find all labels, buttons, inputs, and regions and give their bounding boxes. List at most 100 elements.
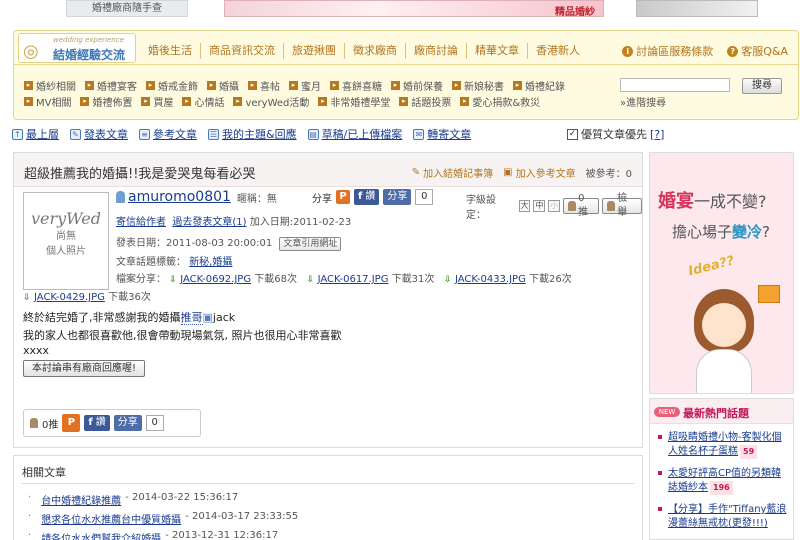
arrow-icon: ▸ [330,80,339,90]
vote-button[interactable]: 0推 [563,193,600,218]
topic-tags-link[interactable]: 新秘,婚攝 [189,257,232,268]
category-item[interactable]: ▸ 婚戒金飾 [146,78,198,93]
attachment-link[interactable]: JACK-0433.JPG [455,274,526,285]
past-posts-link[interactable]: 過去發表文章(1) [172,217,246,228]
search-button[interactable]: 搜尋 [742,78,782,94]
related-link[interactable]: 台中婚禮紀錄推薦 [41,492,121,507]
facebook-share-button[interactable]: 分享 [383,189,412,205]
tab-hongkong[interactable]: 香港新人 [527,43,588,59]
toolbar-top-link[interactable]: ↑ 最上層 [12,126,59,142]
copy-url-button[interactable]: 文章引用網址 [279,237,342,251]
category-label: 喜餅喜糖 [342,81,382,93]
related-link[interactable]: 懇求各位水水推薦台中優質婚攝 [41,511,181,526]
category-label: 婚禮宴客 [97,81,137,93]
category-item[interactable]: ▸ 話題投票 [399,94,451,109]
author-username[interactable]: amuromo0801 [128,189,231,205]
add-reference-link[interactable]: ▣ 加入參考文章 [503,165,575,180]
attachment-link[interactable]: JACK-0617.JPG [318,274,389,285]
plurk-share-icon[interactable]: P [336,190,350,204]
category-item[interactable]: ▸ MV相關 [24,94,71,109]
arrow-icon: ▸ [248,80,257,90]
reference-icon: ≡ [139,128,150,140]
toolbar-reference-link[interactable]: ≡ 參考文章 [139,126,197,142]
advanced-search-link[interactable]: »進階搜尋 [620,94,666,109]
plurk-share-icon[interactable]: P [62,414,81,432]
ad-highlight: 變冷 [732,223,763,241]
sidebar-ad[interactable]: 婚宴一成不變? 擔心場子變冷? Idea?? [649,152,794,394]
quality-checkbox[interactable]: ✓ [567,128,578,140]
toolbar-forward-link[interactable]: ✉ 轉寄文章 [413,126,471,142]
category-item[interactable]: ▸ 婚攝 [207,78,239,93]
arrow-icon: ▸ [141,96,151,106]
hot-topic-link[interactable]: 超吸睛婚禮小物-客製化個人姓名杯子蛋糕 59 [658,431,790,459]
category-links: ▸ 婚紗相關 ▸ 婚禮宴客 ▸ 婚戒金飾 ▸ 婚攝 ▸ 喜帖 ▸ 蜜月 ▸ 喜餅喜糖 ▸ 婚前保… [24,77,614,109]
font-size-small[interactable]: 小 [548,200,561,212]
author-nickname: 暱稱：無 [236,193,277,205]
attachments-row-1: 檔案分享： ⇩ JACK-0692.JPG 下載68次 ⇩ JACK-0617.JP… [116,270,572,285]
font-size-medium[interactable]: 中 [533,200,546,212]
banner-ad-gowns[interactable]: 精品婚紗 [224,0,604,18]
category-item[interactable]: ▸ 愛心捐款&救災 [460,94,540,109]
tab-vendor-discuss[interactable]: 廠商討論 [405,43,466,59]
vendor-reply-button[interactable]: 本討論串有廠商回應喔! [23,360,146,377]
category-item[interactable]: ▸ 蜜月 [289,78,321,93]
search-input[interactable] [620,78,730,92]
category-item[interactable]: ▸ veryWed活動 [233,94,309,109]
category-item[interactable]: ▸ 婚禮佈置 [80,94,132,109]
post-body-line: 終於結完婚了,非常感謝我的婚攝推哥▣jack [23,309,235,325]
facebook-share-button[interactable]: 分享 [113,415,142,431]
font-size-large[interactable]: 大 [518,200,531,212]
ad-line-1: 婚宴一成不變? [658,187,767,213]
download-icon: ⇩ [306,275,315,285]
keyword-link[interactable]: 推哥 [180,311,203,325]
related-date: - 2014-03-22 15:36:17 [125,492,239,503]
avatar-note: 尚無 [56,231,76,242]
tab-married-life[interactable]: 婚後生活 [140,43,200,59]
attachment-link[interactable]: JACK-0429.JPG [34,292,105,303]
bullet [658,507,662,511]
category-item[interactable]: ▸ 喜餅喜糖 [330,78,382,93]
tab-product-info[interactable]: 商品資訊交流 [200,43,283,59]
bottom-share-bar: 0推 P f讚 分享 0 [23,409,201,437]
add-diary-link[interactable]: ✎ 加入結婚記事簿 [412,165,493,180]
faq-link[interactable]: ? 客服Q&A [727,43,788,59]
toolbar-my-topics-link[interactable]: ☰ 我的主題&回應 [208,126,297,142]
category-item[interactable]: ▸ 新娘秘書 [452,78,504,93]
toolbar-new-post-link[interactable]: ✎ 發表文章 [70,126,128,142]
banner-ad-image[interactable] [636,0,758,17]
share-bar: 分享 P f讚 分享 0 [312,189,434,205]
category-item[interactable]: ▸ 婚紗相關 [24,78,76,93]
category-item[interactable]: ▸ 非常婚禮學堂 [318,94,390,109]
quality-first-toggle[interactable]: ✓ 優質文章優先 [?] [567,126,664,142]
toolbar-drafts-link[interactable]: ▤ 草稿/已上傳檔案 [307,126,402,142]
post-date: 發表日期：2011-08-03 20:00:01 [116,238,273,249]
category-label: 心情話 [194,97,225,109]
arrow-icon: ▸ [399,96,409,106]
facebook-like-button[interactable]: f讚 [84,415,110,431]
category-item[interactable]: ▸ 心情話 [182,94,224,109]
terms-link[interactable]: i 討論區服務條款 [622,43,713,59]
facebook-icon: f [88,417,93,428]
tab-seek-vendor[interactable]: 徵求廠商 [344,43,405,59]
hot-topic-link[interactable]: 太愛好評高CP值的另類韓誌婚紗本 196 [658,467,790,495]
tab-travel-group[interactable]: 旅遊揪團 [283,43,344,59]
related-link[interactable]: 請各位水水們幫我介紹婚攝 [41,530,161,540]
forum-logo[interactable]: ◎ wedding experience 結婚經驗交流 [18,33,136,63]
category-item[interactable]: ▸ 婚禮宴客 [85,78,137,93]
report-button[interactable]: 檢舉 [602,193,643,218]
category-item[interactable]: ▸ 婚前保養 [391,78,443,93]
banner-ad-vendor-search[interactable]: 婚禮廠商隨手查 [66,0,188,17]
quality-help-link[interactable]: [?] [650,128,664,141]
message-author-link[interactable]: 寄信給作者 [116,217,166,228]
facebook-like-button[interactable]: f讚 [354,189,380,205]
author-info: amuromo0801 暱稱：無 [116,189,277,205]
attachment-link[interactable]: JACK-0692.JPG [180,274,251,285]
hot-topic-text: 超吸睛婚禮小物-客製化個人姓名杯子蛋糕 [668,432,782,457]
category-item[interactable]: ▸ 買屋 [141,94,173,109]
category-item[interactable]: ▸ 喜帖 [248,78,280,93]
category-item[interactable]: ▸ 婚禮紀錄 [513,78,565,93]
join-date: 加入日期:2011-02-23 [249,217,352,228]
hot-topic-link[interactable]: 【分享】手作"Tiffany藍浪漫蕾絲無戒枕(更發!!!) [658,503,790,531]
bottom-vote-label[interactable]: 0推 [42,416,58,431]
tab-featured[interactable]: 精華文章 [466,43,527,59]
